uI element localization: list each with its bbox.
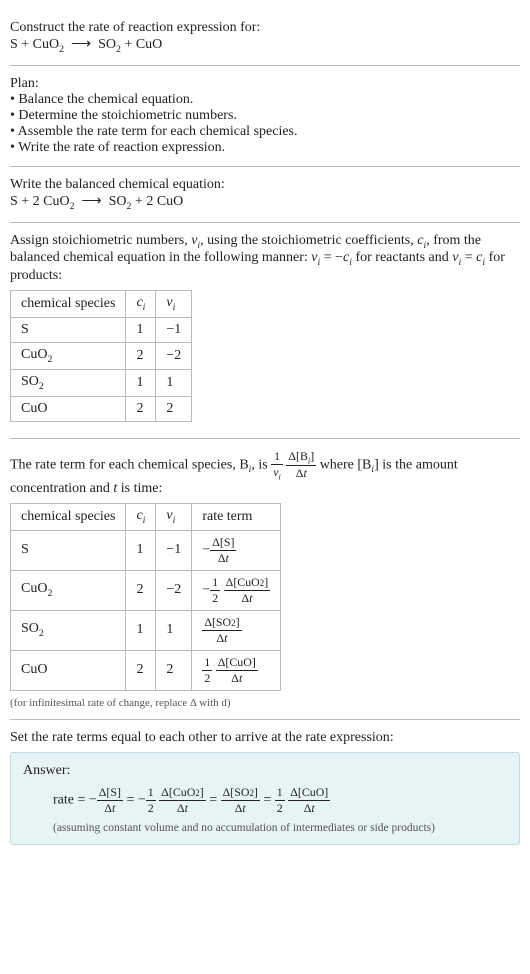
infinitesimal-note: (for infinitesimal rate of change, repla… [10, 697, 520, 709]
eq-rhs-b: + CuO [121, 37, 162, 52]
table-row: CuO 2 2 12 Δ[CuO]Δt [11, 650, 281, 690]
plan-section: Plan: • Balance the chemical equation. •… [10, 66, 520, 167]
col-nui: νi [156, 291, 192, 318]
rate-term-intro: The rate term for each chemical species,… [10, 449, 520, 497]
table-header-row: chemical species ci νi [11, 291, 192, 318]
final-section: Set the rate terms equal to each other t… [10, 720, 520, 855]
plan-item-1: • Determine the stoichiometric numbers. [10, 108, 520, 124]
answer-label: Answer: [23, 763, 507, 779]
rate-term-table: chemical species ci νi rate term S 1 −1 … [10, 503, 281, 691]
balanced-heading: Write the balanced chemical equation: [10, 177, 520, 193]
table-header-row: chemical species ci νi rate term [11, 503, 281, 530]
eq-rhs-a: SO [98, 37, 116, 52]
stoich-table: chemical species ci νi S 1 −1 CuO2 2 −2 … [10, 290, 192, 421]
plan-item-0: • Balance the chemical equation. [10, 92, 520, 108]
prompt-section: Construct the rate of reaction expressio… [10, 10, 520, 66]
bal-rhs-a: SO [109, 194, 127, 209]
answer-box: Answer: rate = −Δ[S]Δt = −12 Δ[CuO2]Δt =… [10, 752, 520, 845]
plan-heading: Plan: [10, 76, 520, 92]
table-row: CuO2 2 −2 [11, 342, 192, 369]
bal-rhs-b: + 2 CuO [131, 194, 183, 209]
stoich-section: Assign stoichiometric numbers, νi, using… [10, 223, 520, 439]
frac-dBi-dt: Δ[Bi]Δt [286, 449, 316, 481]
prompt-line1: Construct the rate of reaction expressio… [10, 20, 520, 36]
col-ci: ci [126, 291, 156, 318]
table-row: S 1 −1 −Δ[S]Δt [11, 530, 281, 570]
table-row: CuO 2 2 [11, 396, 192, 421]
table-row: SO2 1 1 [11, 369, 192, 396]
bal-arrow: ⟶ [82, 194, 102, 209]
eq-lhs: S + CuO [10, 37, 59, 52]
rate-expression: rate = −Δ[S]Δt = −12 Δ[CuO2]Δt = Δ[SO2]Δ… [53, 785, 507, 816]
table-row: CuO2 2 −2 −12 Δ[CuO2]Δt [11, 570, 281, 610]
eq-arrow: ⟶ [71, 37, 91, 52]
final-heading: Set the rate terms equal to each other t… [10, 730, 520, 746]
col-species: chemical species [11, 291, 126, 318]
balanced-equation: S + 2 CuO2 ⟶ SO2 + 2 CuO [10, 193, 520, 212]
frac-1-over-nu: 1νi [271, 449, 283, 481]
assumption-note: (assuming constant volume and no accumul… [53, 822, 507, 834]
table-row: SO2 1 1 Δ[SO2]Δt [11, 610, 281, 650]
stoich-intro: Assign stoichiometric numbers, νi, using… [10, 233, 520, 285]
plan-item-3: • Write the rate of reaction expression. [10, 140, 520, 156]
plan-item-2: • Assemble the rate term for each chemic… [10, 124, 520, 140]
table-row: S 1 −1 [11, 317, 192, 342]
bal-lhs: S + 2 CuO [10, 194, 70, 209]
balanced-section: Write the balanced chemical equation: S … [10, 167, 520, 223]
rate-term-section: The rate term for each chemical species,… [10, 439, 520, 720]
eq-sub2: 2 [59, 44, 64, 55]
prompt-equation: S + CuO2 ⟶ SO2 + CuO [10, 36, 520, 55]
